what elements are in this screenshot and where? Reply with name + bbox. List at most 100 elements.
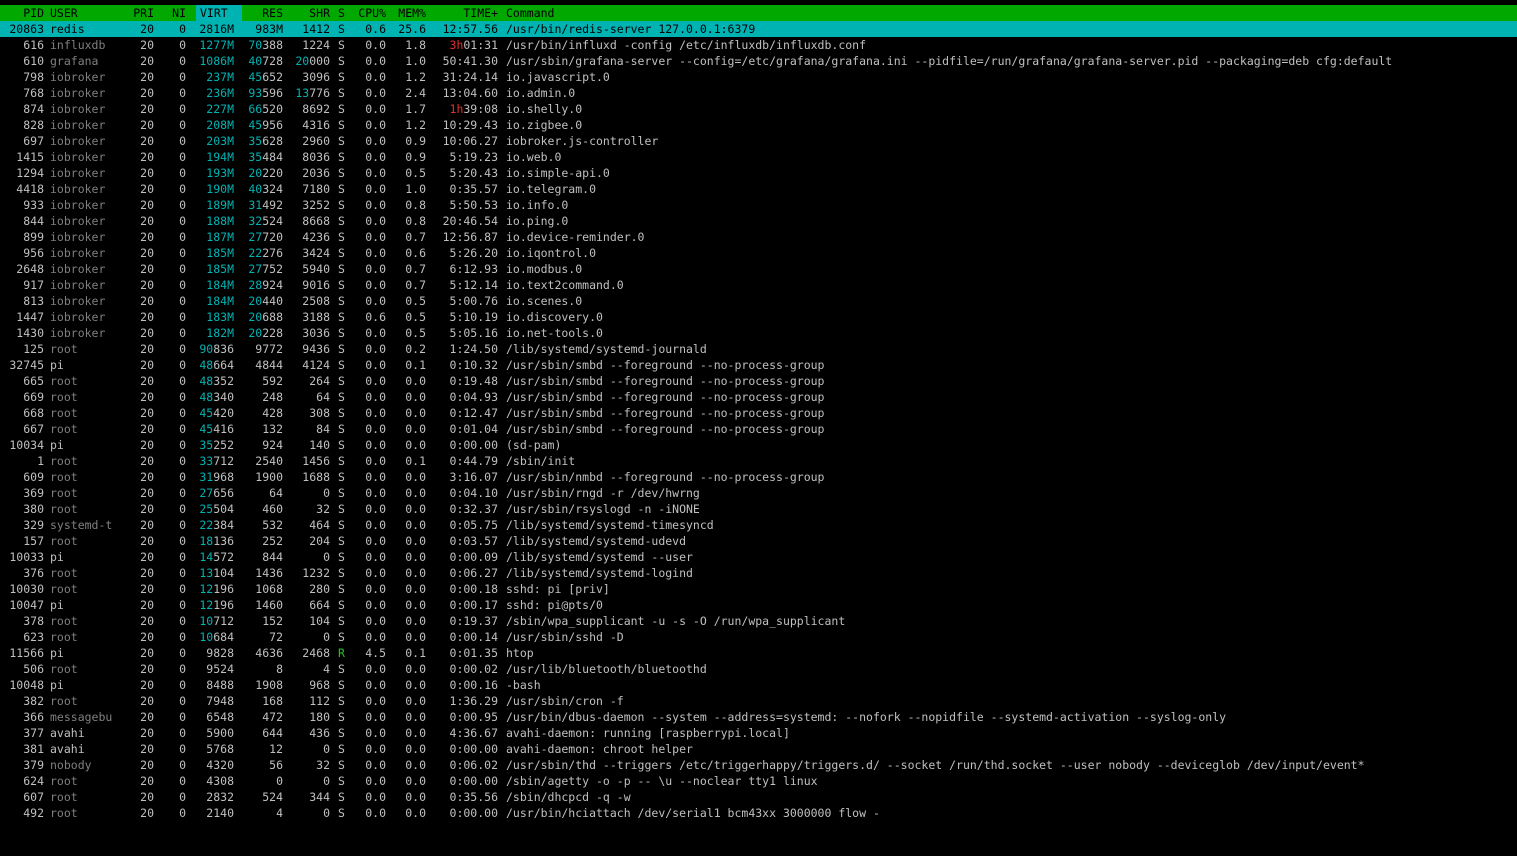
table-row[interactable]: 10033 pi 20 0 14572 844 0 S 0.0 0.0 0:00.09/lib/sy…: [0, 549, 1517, 565]
process-cpu: 0.0: [365, 742, 386, 756]
table-row[interactable]: 32745 pi 20 0 48664 4844 4124 S 0.0 0.1 0:10.32/us…: [0, 357, 1517, 373]
process-priority: 20: [140, 70, 154, 84]
table-row[interactable]: 157 root 20 0 18136 252 204 S 0.0 0.0 0:03.57/lib/…: [0, 533, 1517, 549]
table-row[interactable]: 610 grafana 20 0 1086M 40728 20000 S 0.0 1.0 50:41…: [0, 53, 1517, 69]
process-command: /sbin/agetty -o -p -- \u --noclear tty1 …: [506, 774, 818, 788]
table-row[interactable]: 665 root 20 0 48352 592 264 S 0.0 0.0 0:19.48/usr/…: [0, 373, 1517, 389]
process-virt: 10684: [199, 630, 234, 644]
process-time: 20:46.54: [442, 214, 498, 228]
table-row[interactable]: 125 root 20 0 90836 9772 9436 S 0.0 0.2 1:24.50/li…: [0, 341, 1517, 357]
table-row[interactable]: 623 root 20 0 10684 72 0 S 0.0 0.0 0:00.14/usr/sbi…: [0, 629, 1517, 645]
table-row[interactable]: 10030 root 20 0 12196 1068 280 S 0.0 0.0 0:00.18 ss…: [0, 581, 1517, 597]
header-state[interactable]: S: [338, 5, 346, 21]
header-ni[interactable]: NI: [166, 5, 186, 21]
process-res: 56: [269, 758, 283, 772]
process-cpu: 0.0: [365, 342, 386, 356]
table-row[interactable]: 382 root 20 0 7948 168 112 S 0.0 0.0 1:36.29/usr/s…: [0, 693, 1517, 709]
table-row[interactable]: 366 messagebu 20 0 6548 472 180 S 0.0 0.0 0:00.95 /…: [0, 709, 1517, 725]
table-row[interactable]: 844 iobroker 20 0 188M 32524 8668 S 0.0 0.8 20:46.…: [0, 213, 1517, 229]
process-res: 4844: [255, 358, 283, 372]
process-user: iobroker: [50, 134, 106, 148]
header-command[interactable]: Command: [506, 5, 554, 21]
header-cpu[interactable]: CPU%: [352, 5, 386, 21]
table-row[interactable]: 377 avahi 20 0 5900 644 436 S 0.0 0.0 4:36.67 avahi…: [0, 725, 1517, 741]
header-mem[interactable]: MEM%: [392, 5, 426, 21]
table-row[interactable]: 768 iobroker 20 0 236M 93596 13776 S 0.0 2.4 13:04…: [0, 85, 1517, 101]
table-row[interactable]: 899 iobroker 20 0 187M 27720 4236 S 0.0 0.7 12:56.…: [0, 229, 1517, 245]
table-row[interactable]: 668 root 20 0 45420 428 308 S 0.0 0.0 0:12.47/usr/…: [0, 405, 1517, 421]
process-nice: 0: [179, 726, 186, 740]
process-time: 0:00.95: [449, 710, 498, 724]
process-pid: 377: [23, 726, 44, 740]
process-user: iobroker: [50, 326, 106, 340]
table-row[interactable]: 609 root 20 0 31968 1900 1688 S 0.0 0.0 3:16.07/us…: [0, 469, 1517, 485]
process-nice: 0: [179, 758, 186, 772]
table-row[interactable]: 874 iobroker 20 0 227M 66520 8692 S 0.0 1.7 1h39:0…: [0, 101, 1517, 117]
table-row[interactable]: 956 iobroker 20 0 185M 22276 3424 S 0.0 0.6 5:26.2…: [0, 245, 1517, 261]
table-row[interactable]: 798 iobroker 20 0 237M 45652 3096 S 0.0 1.2 31:24.…: [0, 69, 1517, 85]
table-row[interactable]: 11566 pi 20 0 9828 4636 2468 R 4.5 0.1 0:01.35 htop: [0, 645, 1517, 661]
process-pid: 11566: [9, 646, 44, 660]
process-user: root: [50, 342, 78, 356]
process-time: 5:05.16: [449, 326, 498, 340]
table-row[interactable]: 380 root 20 0 25504 460 32 S 0.0 0.0 0:32.37/usr/s…: [0, 501, 1517, 517]
table-row[interactable]: 1 root 20 0 33712 2540 1456 S 0.0 0.1 0:44.79/sbin…: [0, 453, 1517, 469]
process-state: S: [338, 710, 345, 724]
process-pid: 1294: [16, 166, 44, 180]
process-list: 20863 redis 20 0 2816M 983M 1412 S 0.6 25.6 12:57.…: [0, 21, 1517, 821]
process-cpu: 0.0: [365, 518, 386, 532]
table-row[interactable]: 1294 iobroker 20 0 193M 20220 2036 S 0.0 0.5 5:20.…: [0, 165, 1517, 181]
process-priority: 20: [140, 246, 154, 260]
process-shr: 1688: [302, 470, 330, 484]
process-cpu: 0.0: [365, 694, 386, 708]
table-row[interactable]: 1430 iobroker 20 0 182M 20228 3036 S 0.0 0.5 5:05.…: [0, 325, 1517, 341]
table-row[interactable]: 378 root 20 0 10712 152 104 S 0.0 0.0 0:19.37/sbin…: [0, 613, 1517, 629]
process-nice: 0: [179, 534, 186, 548]
process-shr: 0: [323, 742, 330, 756]
process-pid: 933: [23, 198, 44, 212]
table-row-selected[interactable]: 20863 redis 20 0 2816M 983M 1412 S 0.6 25.6 12:57.…: [0, 21, 1517, 37]
table-row[interactable]: 1415 iobroker 20 0 194M 35484 8036 S 0.0 0.9 5:19.…: [0, 149, 1517, 165]
table-row[interactable]: 624 root 20 0 4308 0 0 S 0.0 0.0 0:00.00/sbin/aget…: [0, 773, 1517, 789]
table-row[interactable]: 492 root 20 0 2140 4 0 S 0.0 0.0 0:00.00/usr/bin/h…: [0, 805, 1517, 821]
process-time: 0:44.79: [449, 454, 498, 468]
table-row[interactable]: 4418 iobroker 20 0 190M 40324 7180 S 0.0 1.0 0:35.…: [0, 181, 1517, 197]
process-res: 35628: [248, 134, 283, 148]
process-command: io.zigbee.0: [506, 118, 583, 132]
table-row[interactable]: 10034 pi 20 0 35252 924 140 S 0.0 0.0 0:00.00 (sd-p…: [0, 437, 1517, 453]
table-row[interactable]: 607 root 20 0 2832 524 344 S 0.0 0.0 0:35.56/sbin/…: [0, 789, 1517, 805]
table-row[interactable]: 376 root 20 0 13104 1436 1232 S 0.0 0.0 0:06.27/li…: [0, 565, 1517, 581]
table-row[interactable]: 10048 pi 20 0 8488 1908 968 S 0.0 0.0 0:00.16 -bash: [0, 677, 1517, 693]
table-row[interactable]: 369 root 20 0 27656 64 0 S 0.0 0.0 0:04.10/usr/sbi…: [0, 485, 1517, 501]
header-user[interactable]: USER: [50, 5, 78, 21]
table-row[interactable]: 813 iobroker 20 0 184M 20440 2508 S 0.0 0.5 5:00.7…: [0, 293, 1517, 309]
table-row[interactable]: 933 iobroker 20 0 189M 31492 3252 S 0.0 0.8 5:50.5…: [0, 197, 1517, 213]
table-row[interactable]: 379 nobody 20 0 4320 56 32 S 0.0 0.0 0:06.02/usr/s…: [0, 757, 1517, 773]
table-row[interactable]: 329 systemd-t 20 0 22384 532 464 S 0.0 0.0 0:05.75…: [0, 517, 1517, 533]
table-row[interactable]: 697 iobroker 20 0 203M 35628 2960 S 0.0 0.9 10:06.…: [0, 133, 1517, 149]
table-row[interactable]: 667 root 20 0 45416 132 84 S 0.0 0.0 0:01.04/usr/s…: [0, 421, 1517, 437]
table-row[interactable]: 1447 iobroker 20 0 183M 20688 3188 S 0.6 0.5 5:10.…: [0, 309, 1517, 325]
header-virt-sorted[interactable]: VIRT: [196, 5, 242, 21]
process-res: 27752: [248, 262, 283, 276]
table-row[interactable]: 10047 pi 20 0 12196 1460 664 S 0.0 0.0 0:00.17 sshd…: [0, 597, 1517, 613]
process-cpu: 0.0: [365, 38, 386, 52]
header-pri[interactable]: PRI: [130, 5, 154, 21]
process-priority: 20: [140, 758, 154, 772]
table-row[interactable]: 381 avahi 20 0 5768 12 0 S 0.0 0.0 0:00.00 avahi-da…: [0, 741, 1517, 757]
header-res[interactable]: RES: [240, 5, 283, 21]
process-time: 0:19.48: [449, 374, 498, 388]
process-pid: 1430: [16, 326, 44, 340]
table-row[interactable]: 616 influxdb 20 0 1277M 70388 1224 S 0.0 1.8 3h01:…: [0, 37, 1517, 53]
header-pid[interactable]: PID: [0, 5, 44, 21]
table-row[interactable]: 669 root 20 0 48340 248 64 S 0.0 0.0 0:04.93/usr/s…: [0, 389, 1517, 405]
table-row[interactable]: 506 root 20 0 9524 8 4 S 0.0 0.0 0:00.02/usr/lib/b…: [0, 661, 1517, 677]
header-time[interactable]: TIME+: [430, 5, 498, 21]
process-nice: 0: [179, 582, 186, 596]
table-row[interactable]: 2648 iobroker 20 0 185M 27752 5940 S 0.0 0.7 6:12.…: [0, 261, 1517, 277]
table-row[interactable]: 828 iobroker 20 0 208M 45956 4316 S 0.0 1.2 10:29.…: [0, 117, 1517, 133]
process-pid: 10034: [9, 438, 44, 452]
process-shr: 84: [316, 422, 330, 436]
header-shr[interactable]: SHR: [290, 5, 330, 21]
table-row[interactable]: 917 iobroker 20 0 184M 28924 9016 S 0.0 0.7 5:12.1…: [0, 277, 1517, 293]
